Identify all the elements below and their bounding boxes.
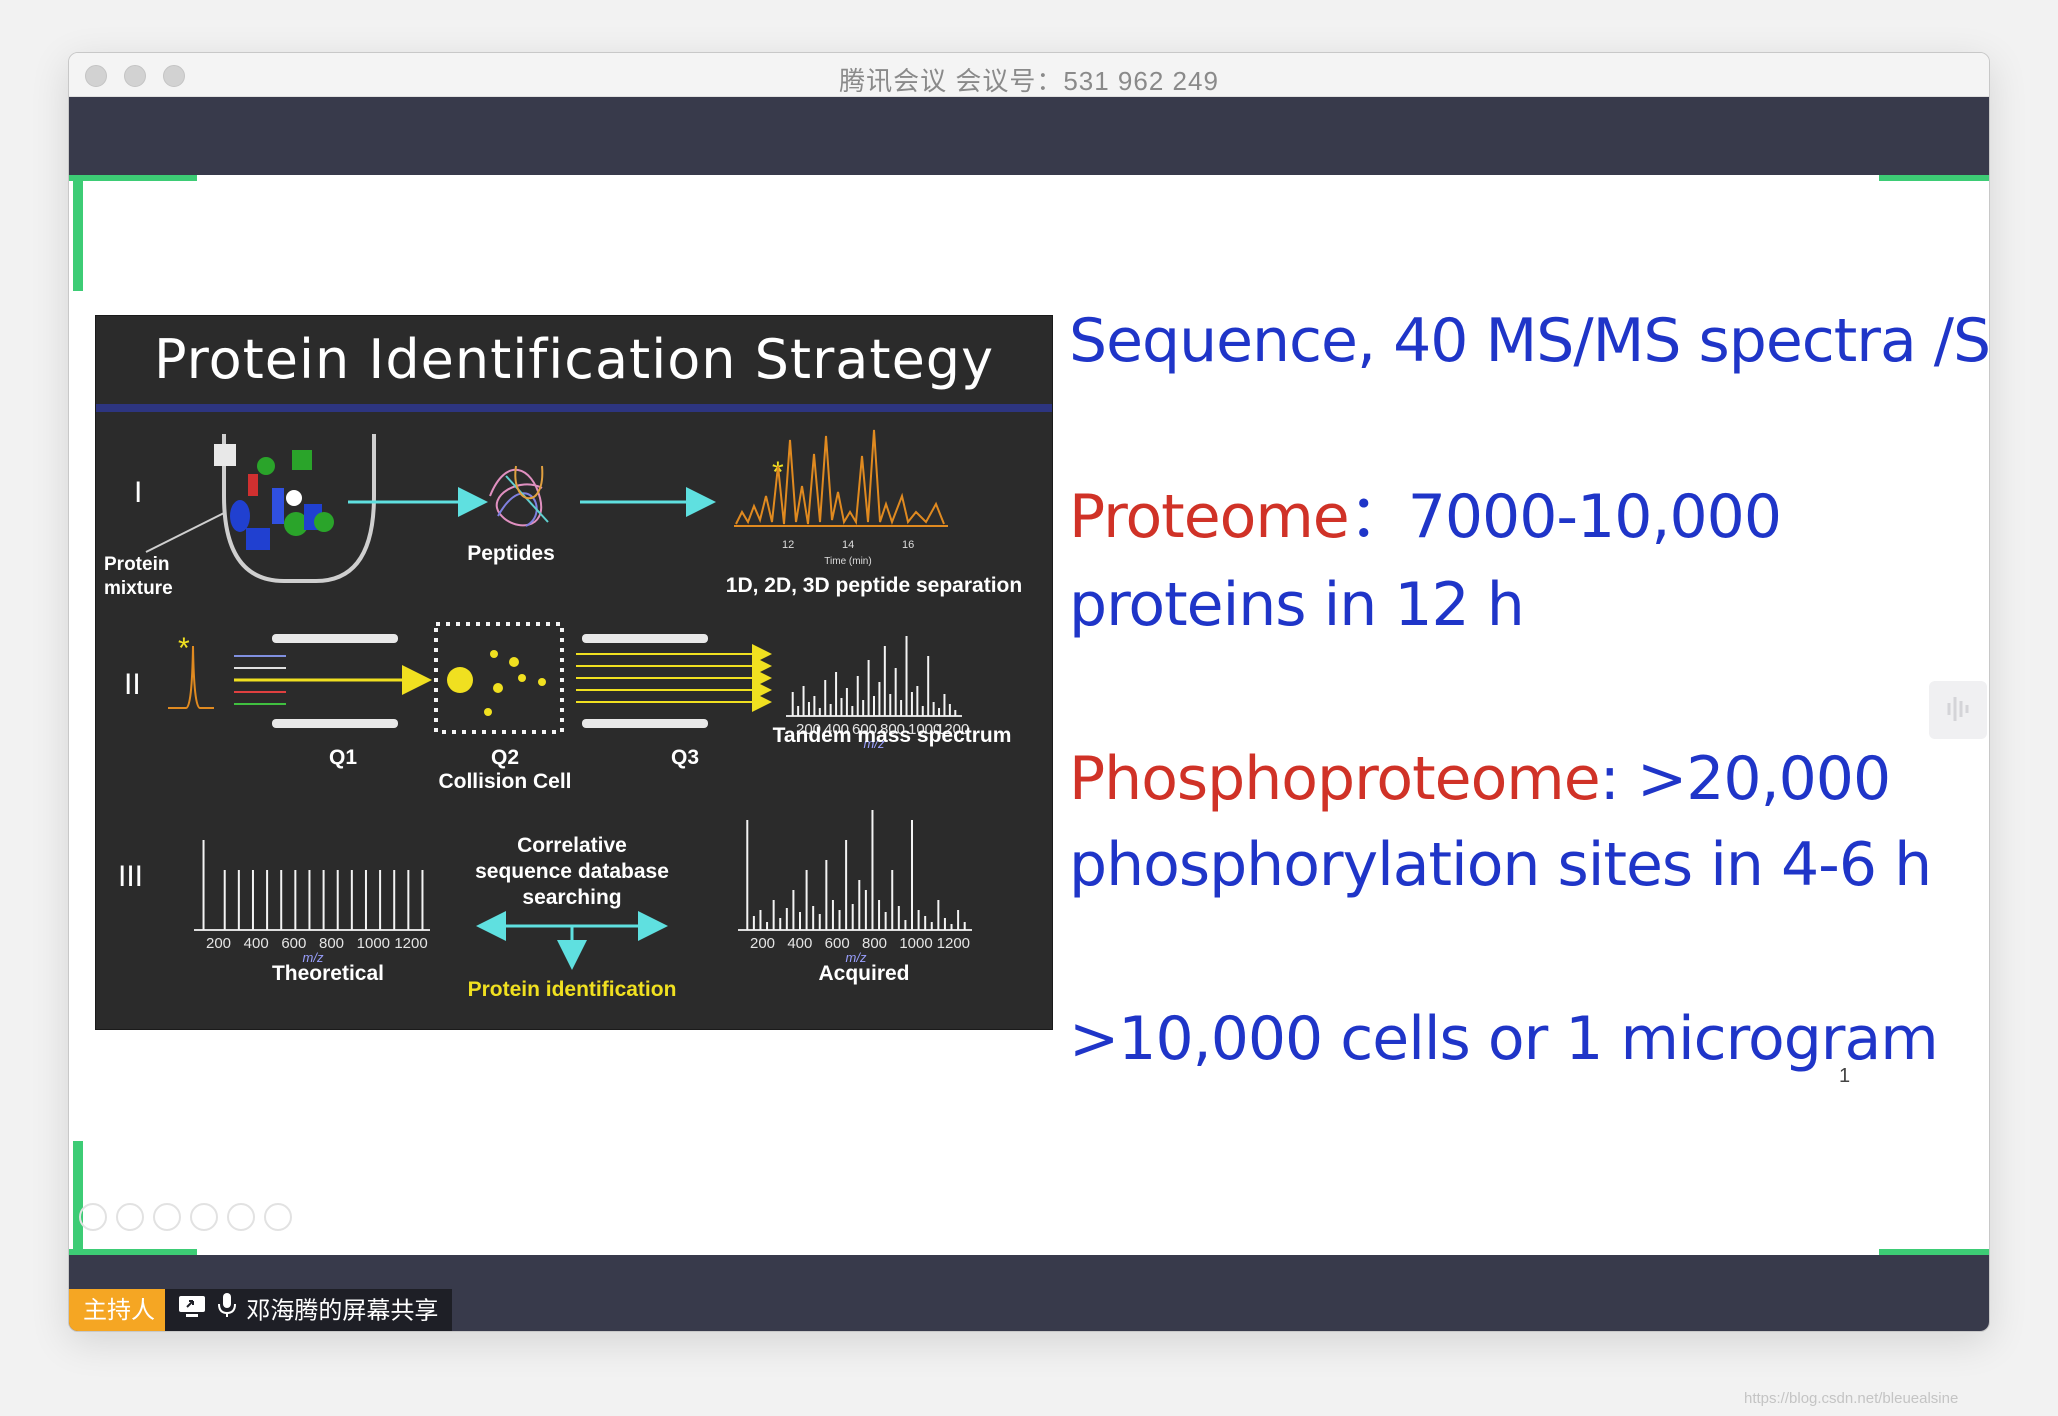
phospho-line2: phosphorylation sites in 4-6 h xyxy=(1069,830,1932,900)
acquired-label: Acquired xyxy=(818,962,909,985)
row-label: III xyxy=(118,860,143,893)
mz-tick: 1000 xyxy=(357,935,390,952)
ion-paths xyxy=(234,655,432,705)
corner-marker xyxy=(69,175,197,181)
host-badge: 主持人 xyxy=(69,1289,169,1331)
watermark: https://blog.csdn.net/bleuealsine xyxy=(1744,1390,1959,1407)
title-bar[interactable]: 腾讯会议 会议号：531 962 249 xyxy=(69,53,1989,97)
corner-marker xyxy=(1879,175,1989,181)
meeting-window: 腾讯会议 会议号：531 962 249 Protein Identificat… xyxy=(68,52,1990,1332)
time-axis-label: Time (min) xyxy=(824,556,871,567)
mz-tick: 400 xyxy=(787,935,812,952)
tube-icon xyxy=(214,434,376,583)
protein-identification-label: Protein identification xyxy=(468,978,677,1001)
copy-icon[interactable] xyxy=(190,1203,218,1231)
zoom-icon[interactable] xyxy=(227,1203,255,1231)
row-label: I xyxy=(134,476,142,509)
time-tick: 12 xyxy=(782,539,794,551)
slide-tools xyxy=(79,1203,301,1233)
separation-label: 1D, 2D, 3D peptide separation xyxy=(726,574,1022,597)
q1-rod xyxy=(272,634,398,643)
corner-marker xyxy=(73,175,83,291)
mz-tick: 1000 xyxy=(899,935,932,952)
mz-tick: 200 xyxy=(750,935,775,952)
q2-label: Q2 xyxy=(491,746,519,769)
corner-marker xyxy=(73,1141,83,1253)
q1-label: Q1 xyxy=(329,746,357,769)
pen-icon[interactable] xyxy=(153,1203,181,1231)
more-icon[interactable] xyxy=(264,1203,292,1231)
prev-icon[interactable] xyxy=(79,1203,107,1231)
proteome-line: Proteome：7000-10,000 xyxy=(1069,473,1782,561)
protein-mixture-label: mixture xyxy=(104,578,173,599)
q3-label: Q3 xyxy=(671,746,699,769)
protein-mixture-label: Protein xyxy=(104,554,169,575)
peptides-label: Peptides xyxy=(467,542,555,565)
correlative-label: searching xyxy=(522,886,621,909)
phospho-line: Phosphoproteome: >20,000 xyxy=(1069,735,1892,823)
cells-line: >10,000 cells or 1 microgram xyxy=(1069,1004,1939,1074)
star-marker: * xyxy=(178,632,190,665)
row-label: II xyxy=(124,668,141,701)
time-tick: 16 xyxy=(902,539,914,551)
shared-slide: Protein Identification Strategy I II III xyxy=(69,175,1989,1255)
phospho-value: : >20,000 xyxy=(1599,744,1892,814)
phospho-label: Phosphoproteome xyxy=(1069,744,1601,814)
live-icon[interactable] xyxy=(1929,681,1987,739)
top-toolbar xyxy=(69,97,1989,175)
screen: 腾讯会议 会议号：531 962 249 Protein Identificat… xyxy=(0,0,2058,1416)
proteome-label: Proteome xyxy=(1069,482,1350,552)
collision-cell-icon xyxy=(434,622,564,734)
microphone-icon xyxy=(214,1292,247,1325)
proteome-line2: proteins in 12 h xyxy=(1069,570,1525,640)
mz-tick: 1200 xyxy=(394,935,427,952)
mz-tick: 400 xyxy=(244,935,269,952)
protein-identification-figure: Protein Identification Strategy I II III xyxy=(95,315,1053,1030)
mz-tick: 1200 xyxy=(937,935,970,952)
theoretical-spectrum: 200 400 600 800 1000 1200m/z xyxy=(194,840,430,965)
acquired-spectrum: 200 400 600 800 1000 1200m/z xyxy=(738,810,972,965)
fragment-arrows xyxy=(576,644,772,712)
mz-tick: 200 xyxy=(206,935,231,952)
peptides-icon xyxy=(489,465,549,527)
chromatogram: * 12 14 16 Time (min) xyxy=(734,429,948,567)
strategy-diagram: I II III Protein mixture Peptides * 12 1… xyxy=(104,429,1022,1001)
q1-rod xyxy=(272,719,398,728)
precursor-peak xyxy=(168,645,214,709)
share-label: 邓海腾的屏幕共享 xyxy=(246,1297,439,1325)
next-icon[interactable] xyxy=(116,1203,144,1231)
correlative-label: Correlative xyxy=(517,834,627,857)
collision-cell-label: Collision Cell xyxy=(438,770,571,793)
proteome-value: ：7000-10,000 xyxy=(1348,482,1782,552)
tandem-label: Tandem mass spectrum xyxy=(773,724,1012,747)
time-tick: 14 xyxy=(842,539,854,551)
q3-rod xyxy=(582,719,708,728)
q3-rod xyxy=(582,634,708,643)
screen-share-icon xyxy=(177,1295,214,1325)
sequence-line: Sequence, 40 MS/MS spectra /S xyxy=(1069,306,1990,376)
correlative-label: sequence database xyxy=(475,860,669,883)
window-title: 腾讯会议 会议号：531 962 249 xyxy=(839,66,1219,96)
screen-share-tag[interactable]: 邓海腾的屏幕共享 xyxy=(165,1289,453,1331)
slide-page-number: 1 xyxy=(1839,1065,1851,1087)
theoretical-label: Theoretical xyxy=(272,962,384,985)
